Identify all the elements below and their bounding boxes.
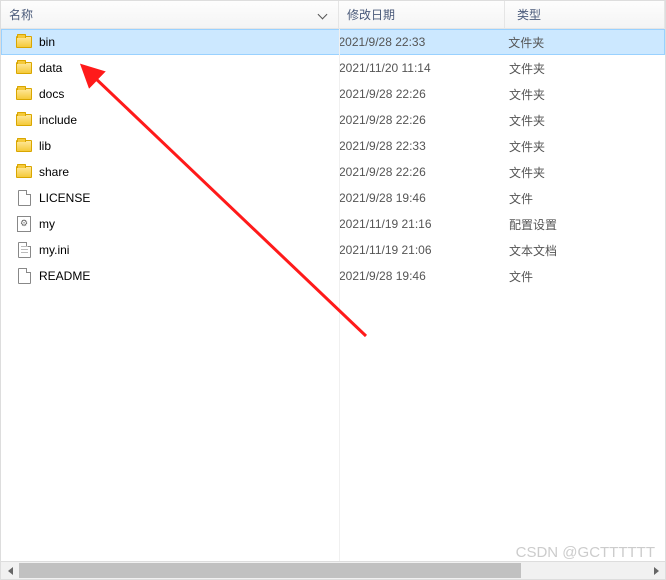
folder-icon: [15, 111, 33, 129]
file-row[interactable]: LICENSE 2021/9/28 19:46文件: [1, 185, 665, 211]
file-name-label: lib: [39, 139, 51, 153]
file-date-cell: 2021/9/28 19:46: [339, 269, 505, 283]
file-date-cell: 2021/9/28 22:33: [339, 139, 505, 153]
column-header-type-label: 类型: [517, 6, 541, 23]
scroll-thumb[interactable]: [19, 563, 521, 578]
column-header-date-label: 修改日期: [347, 6, 395, 23]
file-name-label: my.ini: [39, 243, 69, 257]
file-name-cell: README: [15, 267, 339, 285]
file-type-cell: 文件: [505, 268, 665, 285]
file-type-cell: 文件夹: [505, 112, 665, 129]
file-type-cell: 文件: [505, 190, 665, 207]
file-list: bin2021/9/28 22:33文件夹data2021/11/20 11:1…: [1, 29, 665, 561]
folder-icon: [15, 33, 33, 51]
file-name-cell: my.ini: [15, 241, 339, 259]
file-type-cell: 文件夹: [505, 60, 665, 77]
file-name-cell: share: [15, 163, 339, 181]
file-type-cell: 文件夹: [505, 164, 665, 181]
file-name-cell: my: [15, 215, 339, 233]
file-row[interactable]: share 2021/9/28 22:26文件夹: [1, 159, 665, 185]
folder-icon: [15, 59, 33, 77]
file-name-cell: bin: [15, 33, 339, 51]
file-icon: [15, 267, 33, 285]
file-name-label: docs: [39, 87, 64, 101]
column-header-type[interactable]: 类型: [505, 1, 665, 28]
text-file-icon: [15, 241, 33, 259]
watermark: CSDN @GCTTTTTT: [516, 544, 655, 561]
file-row[interactable]: include 2021/9/28 22:26文件夹: [1, 107, 665, 133]
file-name-cell: LICENSE: [15, 189, 339, 207]
folder-icon: [15, 163, 33, 181]
file-row[interactable]: README 2021/9/28 19:46文件: [1, 263, 665, 289]
column-header-date[interactable]: 修改日期: [339, 1, 505, 28]
file-date-cell: 2021/9/28 19:46: [339, 191, 505, 205]
file-date-cell: 2021/11/20 11:14: [339, 61, 505, 75]
horizontal-scrollbar[interactable]: [1, 561, 665, 579]
file-name-label: share: [39, 165, 69, 179]
file-name-cell: include: [15, 111, 339, 129]
file-row[interactable]: data 2021/11/20 11:14文件夹: [1, 55, 665, 81]
file-row[interactable]: docs 2021/9/28 22:26文件夹: [1, 81, 665, 107]
file-icon: [15, 189, 33, 207]
file-name-cell: data: [15, 59, 339, 77]
scroll-right-button[interactable]: [647, 563, 665, 579]
scroll-track[interactable]: [19, 562, 647, 579]
file-date-cell: 2021/11/19 21:06: [339, 243, 505, 257]
file-name-cell: lib: [15, 137, 339, 155]
column-divider: [339, 29, 340, 561]
file-row[interactable]: bin 2021/9/28 22:33文件夹: [1, 29, 665, 55]
file-type-cell: 配置设置: [505, 216, 665, 233]
scroll-left-button[interactable]: [1, 563, 19, 579]
folder-icon: [15, 137, 33, 155]
file-date-cell: 2021/11/19 21:16: [339, 217, 505, 231]
column-header-name[interactable]: 名称: [1, 1, 339, 28]
file-row[interactable]: my.ini 2021/11/19 21:06文本文档: [1, 237, 665, 263]
column-header-name-label: 名称: [9, 6, 33, 23]
file-date-cell: 2021/9/28 22:33: [339, 35, 505, 49]
config-file-icon: [15, 215, 33, 233]
file-row[interactable]: lib 2021/9/28 22:33文件夹: [1, 133, 665, 159]
file-type-cell: 文本文档: [505, 242, 665, 259]
file-name-label: LICENSE: [39, 191, 90, 205]
file-name-label: bin: [39, 35, 55, 49]
file-name-label: my: [39, 217, 55, 231]
file-name-label: include: [39, 113, 77, 127]
file-date-cell: 2021/9/28 22:26: [339, 87, 505, 101]
file-type-cell: 文件夹: [505, 138, 665, 155]
column-header-row: 名称 修改日期 类型: [1, 1, 665, 29]
file-row[interactable]: my 2021/11/19 21:16配置设置: [1, 211, 665, 237]
sort-dropdown-icon[interactable]: [318, 10, 328, 20]
file-name-label: data: [39, 61, 62, 75]
file-type-cell: 文件夹: [504, 34, 664, 51]
file-type-cell: 文件夹: [505, 86, 665, 103]
folder-icon: [15, 85, 33, 103]
file-name-cell: docs: [15, 85, 339, 103]
file-date-cell: 2021/9/28 22:26: [339, 113, 505, 127]
file-date-cell: 2021/9/28 22:26: [339, 165, 505, 179]
file-name-label: README: [39, 269, 90, 283]
